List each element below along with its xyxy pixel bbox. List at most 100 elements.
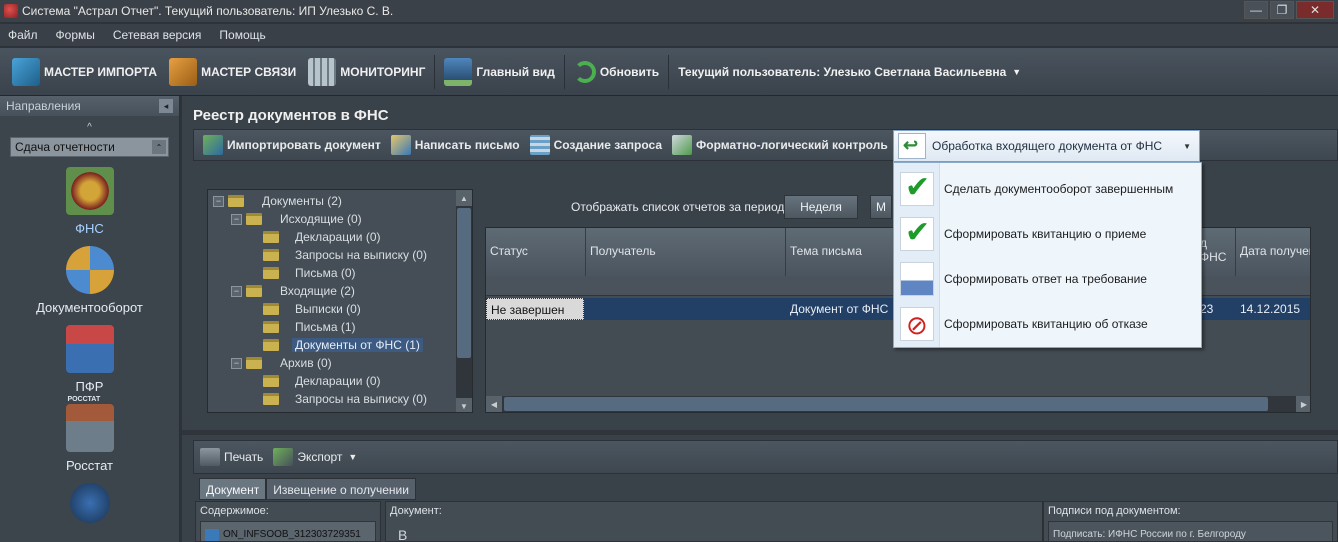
folder-icon bbox=[263, 339, 279, 351]
monitoring-button[interactable]: МОНИТОРИНГ bbox=[302, 52, 431, 92]
current-user-dropdown[interactable]: Текущий пользователь: Улезько Светлана В… bbox=[672, 52, 1027, 92]
period-month-button[interactable]: М bbox=[870, 195, 892, 219]
scroll-down-icon[interactable]: ▼ bbox=[456, 398, 472, 412]
scroll-thumb[interactable] bbox=[457, 208, 471, 358]
tree-node[interactable]: Письма (0) bbox=[263, 264, 356, 282]
sidebar-item-rosstat[interactable]: РОССТАТ Росстат bbox=[0, 396, 179, 473]
folder-icon bbox=[246, 285, 262, 297]
tab-receipt-notice[interactable]: Извещение о получении bbox=[266, 478, 416, 500]
print-button[interactable]: Печать bbox=[200, 448, 263, 466]
scroll-up-icon[interactable]: ^ bbox=[0, 122, 179, 133]
close-button[interactable]: ✕ bbox=[1296, 1, 1334, 19]
tree-scrollbar[interactable]: ▲ ▼ bbox=[456, 190, 472, 412]
tree-node[interactable]: − Исходящие (0) bbox=[231, 210, 362, 228]
menu-network[interactable]: Сетевая версия bbox=[113, 28, 202, 42]
menu-item-complete-docflow[interactable]: Сделать документооборот завершенным bbox=[894, 166, 1201, 211]
toolbar-separator bbox=[434, 54, 436, 89]
collapse-icon[interactable]: − bbox=[231, 213, 242, 225]
tree-node[interactable]: Запросы на выписку (0) bbox=[263, 246, 427, 264]
cell-code[interactable]: 23 bbox=[1196, 298, 1236, 320]
flk-check-icon bbox=[672, 135, 693, 155]
flk-label: Форматно-логический контроль bbox=[696, 138, 888, 152]
sidebar-item-label: ФНС bbox=[75, 221, 104, 236]
folder-icon bbox=[263, 393, 279, 405]
flk-button[interactable]: Форматно-логический контроль bbox=[667, 135, 893, 155]
scroll-left-icon[interactable]: ◀ bbox=[486, 396, 502, 412]
direction-select[interactable]: Сдача отчетности ⌃ bbox=[10, 137, 169, 157]
document-preview-text: В bbox=[398, 527, 408, 542]
signature-entry[interactable]: Подписать: ИФНС России по г. Белгороду bbox=[1048, 521, 1333, 541]
tree-node[interactable]: Выписки (0) bbox=[263, 300, 361, 318]
cell-received-date[interactable]: 14.12.2015 bbox=[1236, 298, 1310, 320]
tree-node[interactable]: Декларации (0) bbox=[263, 372, 381, 390]
tree-node-selected[interactable]: Документы от ФНС (1) bbox=[263, 336, 423, 354]
rosstat-icon: РОССТАТ bbox=[65, 396, 114, 452]
collapse-icon[interactable]: − bbox=[213, 195, 224, 207]
tree-node-label: Документы (2) bbox=[262, 194, 342, 208]
scroll-thumb[interactable] bbox=[504, 397, 1268, 411]
menu-item-label: Сформировать ответ на требование bbox=[944, 271, 1147, 286]
cell-recipient[interactable] bbox=[586, 298, 786, 320]
tree-node[interactable]: Декларации (0) bbox=[263, 228, 381, 246]
collapse-icon[interactable]: − bbox=[231, 357, 242, 369]
maximize-button[interactable]: ❐ bbox=[1270, 1, 1294, 19]
column-header-received-date[interactable]: Дата получен bbox=[1236, 228, 1310, 276]
period-week-button[interactable]: Неделя bbox=[784, 195, 858, 219]
rosstat-badge: РОССТАТ bbox=[67, 396, 101, 403]
link-wizard-button[interactable]: МАСТЕР СВЯЗИ bbox=[163, 52, 302, 92]
process-incoming-menu: Сделать документооборот завершенным Сфор… bbox=[893, 162, 1202, 348]
tree-node-label: Исходящие (0) bbox=[280, 212, 362, 226]
tree-node[interactable]: − Архив (0) bbox=[231, 354, 332, 372]
column-header-status[interactable]: Статус bbox=[486, 228, 586, 276]
tree-node-label: Выписки (0) bbox=[295, 302, 361, 316]
create-query-button[interactable]: Создание запроса bbox=[525, 135, 667, 155]
cell-status[interactable]: Не завершен bbox=[486, 298, 584, 320]
export-dropdown[interactable]: Экспорт ▼ bbox=[273, 448, 357, 466]
tab-document[interactable]: Документ bbox=[199, 478, 267, 500]
tree-node-label: Входящие (2) bbox=[280, 284, 355, 298]
folder-icon bbox=[263, 267, 279, 279]
column-header-recipient[interactable]: Получатель bbox=[586, 228, 786, 276]
tree-node-label: Архив (0) bbox=[280, 356, 332, 370]
main-view-button[interactable]: Главный вид bbox=[438, 52, 560, 92]
menu-item-receipt-reject[interactable]: Сформировать квитанцию об отказе bbox=[894, 301, 1201, 346]
scroll-up-icon[interactable]: ▲ bbox=[456, 190, 472, 206]
minimize-button[interactable]: — bbox=[1244, 1, 1268, 19]
menu-item-label: Сформировать квитанцию об отказе bbox=[944, 316, 1148, 331]
collapse-icon[interactable]: − bbox=[231, 285, 242, 297]
menu-forms[interactable]: Формы bbox=[56, 28, 95, 42]
refresh-icon bbox=[573, 60, 596, 83]
contents-file[interactable]: ON_INFSOOB_312303729351 bbox=[200, 521, 376, 541]
tree-node[interactable]: − Документы (2) bbox=[213, 192, 342, 210]
menu-help[interactable]: Помощь bbox=[219, 28, 265, 42]
menu-item-receipt-accept[interactable]: Сформировать квитанцию о приеме bbox=[894, 211, 1201, 256]
file-icon bbox=[205, 528, 219, 541]
panel-splitter[interactable] bbox=[182, 430, 1338, 435]
export-label: Экспорт bbox=[297, 450, 343, 464]
column-header-code[interactable]: д ФНС bbox=[1196, 228, 1236, 276]
monitoring-icon bbox=[308, 57, 337, 86]
menu-item-answer-requirement[interactable]: Сформировать ответ на требование bbox=[894, 256, 1201, 301]
tree-node[interactable]: Запросы на выписку (0) bbox=[263, 390, 427, 408]
refresh-button[interactable]: Обновить bbox=[568, 52, 665, 92]
sidebar-item-label: ПФР bbox=[75, 379, 104, 394]
collapse-icon[interactable]: ◂ bbox=[159, 99, 173, 113]
tree-node[interactable]: Письма (1) bbox=[263, 318, 356, 336]
import-wizard-button[interactable]: МАСТЕР ИМПОРТА bbox=[6, 52, 163, 92]
tree-node[interactable]: − Входящие (2) bbox=[231, 282, 355, 300]
tree-node-label: Декларации (0) bbox=[295, 230, 381, 244]
tree-node-label: Документы от ФНС (1) bbox=[292, 338, 423, 352]
sidebar-item-fns[interactable]: ФНС bbox=[0, 167, 179, 236]
scroll-right-icon[interactable]: ▶ bbox=[1296, 396, 1310, 412]
menu-file[interactable]: Файл bbox=[8, 28, 38, 42]
app-icon bbox=[4, 4, 18, 18]
write-letter-button[interactable]: Написать письмо bbox=[386, 135, 525, 155]
process-incoming-dropdown[interactable]: Обработка входящего документа от ФНС ▼ bbox=[893, 130, 1200, 162]
sidebar-item-docflow[interactable]: Документооборот bbox=[0, 246, 179, 315]
next-direction-icon[interactable] bbox=[69, 483, 110, 523]
grid-horizontal-scrollbar[interactable]: ◀ ▶ bbox=[486, 396, 1310, 412]
process-incoming-label: Обработка входящего документа от ФНС bbox=[932, 139, 1163, 153]
import-document-button[interactable]: Импортировать документ bbox=[198, 135, 386, 155]
sidebar-item-pfr[interactable]: ПФР bbox=[0, 325, 179, 394]
sidebar-item-label: Росстат bbox=[65, 458, 114, 473]
